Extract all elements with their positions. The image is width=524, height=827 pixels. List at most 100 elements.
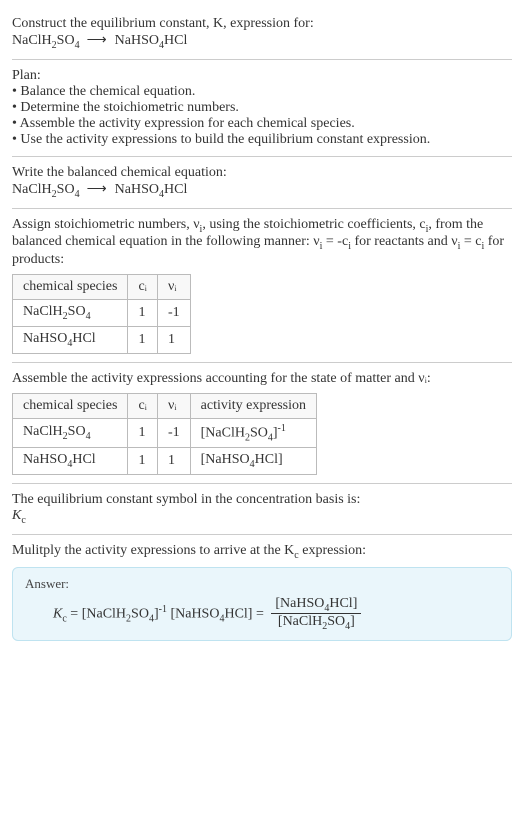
balanced-reactant: NaClH2SO4 bbox=[12, 182, 83, 197]
answer-expression: Kc = [NaClH2SO4]-1 [NaHSO4HCl] = [NaHSO4… bbox=[25, 596, 499, 633]
reactant-part-a: NaClH bbox=[12, 33, 52, 48]
cell-text: [NaClH bbox=[201, 425, 245, 440]
cell-text: SO bbox=[250, 425, 268, 440]
stoich-text-f: = c bbox=[460, 234, 481, 249]
stoich-head-species: chemical species bbox=[13, 275, 128, 300]
activity-species-cell: NaHSO4HCl bbox=[13, 448, 128, 475]
plan-bullet-2: • Determine the stoichiometric numbers. bbox=[12, 100, 512, 116]
answer-sup: -1 bbox=[159, 603, 167, 614]
answer-eq: = bbox=[67, 606, 82, 621]
final-section: Mulitply the activity expressions to arr… bbox=[12, 535, 512, 649]
product-text: NaHSO4HCl bbox=[115, 33, 188, 48]
kc-symbol-section: The equilibrium constant symbol in the c… bbox=[12, 484, 512, 535]
balanced-product-a: NaHSO bbox=[115, 182, 159, 197]
cell-text: HCl bbox=[72, 452, 95, 467]
stoich-head-c: cᵢ bbox=[128, 275, 158, 300]
cell-text: NaHSO bbox=[23, 452, 67, 467]
activity-species-cell: NaClH2SO4 bbox=[13, 418, 128, 447]
table-row: NaClH2SO4 1 -1 bbox=[13, 300, 191, 327]
activity-head-species: chemical species bbox=[13, 393, 128, 418]
answer-fraction: [NaHSO4HCl] [NaClH2SO4] bbox=[271, 596, 361, 633]
answer-term: SO bbox=[131, 606, 149, 621]
answer-label: Answer: bbox=[25, 576, 499, 592]
cell-text: HCl bbox=[72, 331, 95, 346]
activity-head-nu: νᵢ bbox=[157, 393, 190, 418]
table-row: chemical species cᵢ νᵢ activity expressi… bbox=[13, 393, 317, 418]
intro-section: Construct the equilibrium constant, K, e… bbox=[12, 8, 512, 60]
kc-k: K bbox=[12, 508, 21, 523]
fraction-numerator: [NaHSO4HCl] bbox=[271, 596, 361, 615]
answer-term: HCl] = bbox=[224, 606, 267, 621]
cell-text: NaClH bbox=[23, 304, 63, 319]
den-text: SO bbox=[327, 614, 345, 629]
product-part-a: NaHSO bbox=[115, 33, 159, 48]
balanced-product: NaHSO4HCl bbox=[115, 182, 188, 197]
activity-nu-cell: -1 bbox=[157, 418, 190, 447]
activity-section: Assemble the activity expressions accoun… bbox=[12, 363, 512, 484]
plan-section: Plan: • Balance the chemical equation. •… bbox=[12, 60, 512, 157]
plan-bullet-3: • Assemble the activity expression for e… bbox=[12, 116, 512, 132]
stoich-c-cell: 1 bbox=[128, 300, 158, 327]
kc-symbol: Kc bbox=[12, 508, 512, 526]
intro-equation: NaClH2SO4 ⟶ NaHSO4HCl bbox=[12, 32, 512, 51]
activity-title: Assemble the activity expressions accoun… bbox=[12, 371, 512, 387]
cell-text: SO bbox=[68, 304, 86, 319]
cell-sub: 4 bbox=[86, 431, 91, 442]
stoich-text-b: , using the stoichiometric coefficients,… bbox=[202, 217, 425, 232]
activity-head-expr: activity expression bbox=[190, 393, 316, 418]
stoich-nu-cell: 1 bbox=[157, 326, 190, 353]
cell-text: NaClH bbox=[23, 424, 63, 439]
cell-sup: -1 bbox=[278, 423, 286, 434]
stoich-text-a: Assign stoichiometric numbers, ν bbox=[12, 217, 200, 232]
activity-expr-cell: [NaHSO4HCl] bbox=[190, 448, 316, 475]
arrow-icon: ⟶ bbox=[87, 33, 108, 48]
stoich-text-e: for reactants and ν bbox=[351, 234, 458, 249]
balanced-equation: NaClH2SO4 ⟶ NaHSO4HCl bbox=[12, 181, 512, 200]
stoich-nu-cell: -1 bbox=[157, 300, 190, 327]
final-title-b: expression: bbox=[299, 543, 366, 558]
stoich-text-d: = -c bbox=[322, 234, 348, 249]
activity-c-cell: 1 bbox=[128, 418, 158, 447]
balanced-reactant-b: SO bbox=[57, 182, 75, 197]
plan-title: Plan: bbox=[12, 68, 512, 84]
fraction-denominator: [NaClH2SO4] bbox=[271, 614, 361, 632]
plan-bullet-1: • Balance the chemical equation. bbox=[12, 84, 512, 100]
stoich-species-cell: NaHSO4HCl bbox=[13, 326, 128, 353]
kc-symbol-text: The equilibrium constant symbol in the c… bbox=[12, 492, 512, 508]
plan-bullet-4: • Use the activity expressions to build … bbox=[12, 132, 512, 148]
intro-line1: Construct the equilibrium constant, K, e… bbox=[12, 16, 512, 32]
table-row: chemical species cᵢ νᵢ bbox=[13, 275, 191, 300]
reactant-part-b: SO bbox=[57, 33, 75, 48]
activity-c-cell: 1 bbox=[128, 448, 158, 475]
stoich-text: Assign stoichiometric numbers, νi, using… bbox=[12, 217, 512, 269]
stoich-section: Assign stoichiometric numbers, νi, using… bbox=[12, 209, 512, 363]
final-title-a: Mulitply the activity expressions to arr… bbox=[12, 543, 294, 558]
cell-text: SO bbox=[68, 424, 86, 439]
balanced-reactant-a: NaClH bbox=[12, 182, 52, 197]
balanced-section: Write the balanced chemical equation: Na… bbox=[12, 157, 512, 209]
answer-box: Answer: Kc = [NaClH2SO4]-1 [NaHSO4HCl] =… bbox=[12, 567, 512, 642]
table-row: NaHSO4HCl 1 1 bbox=[13, 326, 191, 353]
activity-table: chemical species cᵢ νᵢ activity expressi… bbox=[12, 393, 317, 475]
reactant-sub-2: 4 bbox=[75, 40, 80, 51]
balanced-title: Write the balanced chemical equation: bbox=[12, 165, 512, 181]
cell-sub: 4 bbox=[86, 311, 91, 322]
table-row: NaClH2SO4 1 -1 [NaClH2SO4]-1 bbox=[13, 418, 317, 447]
reactant-text: NaClH2SO4 bbox=[12, 33, 83, 48]
product-part-b: HCl bbox=[164, 33, 187, 48]
answer-term: [NaClH bbox=[82, 606, 126, 621]
stoich-head-nu: νᵢ bbox=[157, 275, 190, 300]
num-text: HCl] bbox=[329, 596, 357, 611]
stoich-c-cell: 1 bbox=[128, 326, 158, 353]
final-title: Mulitply the activity expressions to arr… bbox=[12, 543, 512, 561]
arrow-icon: ⟶ bbox=[87, 182, 108, 197]
num-text: [NaHSO bbox=[275, 596, 324, 611]
balanced-product-b: HCl bbox=[164, 182, 187, 197]
cell-text: HCl] bbox=[255, 452, 283, 467]
activity-head-c: cᵢ bbox=[128, 393, 158, 418]
den-text: ] bbox=[350, 614, 355, 629]
stoich-table: chemical species cᵢ νᵢ NaClH2SO4 1 -1 Na… bbox=[12, 274, 191, 354]
activity-nu-cell: 1 bbox=[157, 448, 190, 475]
stoich-species-cell: NaClH2SO4 bbox=[13, 300, 128, 327]
activity-expr-cell: [NaClH2SO4]-1 bbox=[190, 418, 316, 447]
